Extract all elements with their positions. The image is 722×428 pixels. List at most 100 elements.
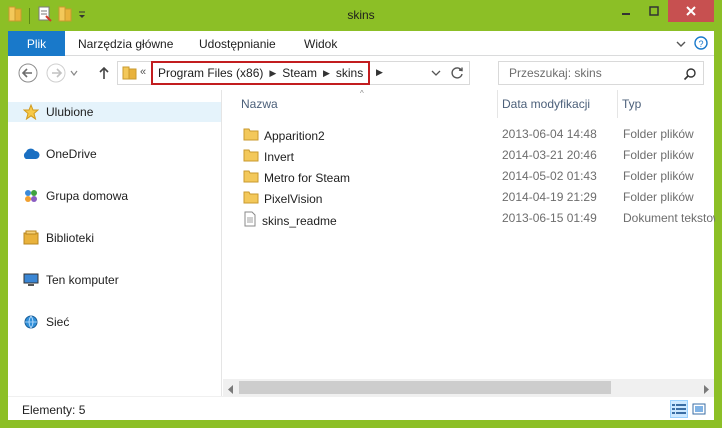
tab-view[interactable]: Widok [304, 31, 337, 56]
text-file-icon [243, 211, 257, 230]
file-date: 2013-06-04 14:48 [502, 127, 597, 141]
file-name: Apparition2 [264, 128, 325, 143]
file-name: PixelVision [264, 191, 323, 206]
table-row[interactable]: Invert 2014-03-21 20:46 Folder plików [237, 145, 714, 166]
scroll-right-icon[interactable] [702, 383, 710, 397]
table-row[interactable]: Metro for Steam 2014-05-02 01:43 Folder … [237, 166, 714, 187]
expand-ribbon-icon[interactable] [676, 38, 686, 52]
title-bar[interactable]: skins [0, 0, 722, 30]
chevron-right-icon[interactable]: ▶ [323, 68, 330, 79]
folder-icon [243, 148, 259, 165]
star-icon [22, 103, 40, 121]
file-name-cell: PixelVision [243, 190, 322, 207]
address-bar[interactable]: « Program Files (x86) ▶ Steam ▶ skins ▶ [117, 61, 470, 85]
column-header-type[interactable]: Typ [622, 97, 641, 113]
file-date: 2013-06-15 01:49 [502, 211, 597, 225]
horizontal-scrollbar[interactable] [223, 379, 714, 396]
folder-icon [243, 169, 259, 186]
sidebar-item-libraries[interactable]: Biblioteki [22, 228, 94, 248]
close-button[interactable] [668, 0, 714, 22]
column-divider[interactable] [497, 90, 498, 118]
chevron-right-icon[interactable]: ▶ [376, 67, 383, 78]
folder-icon [243, 127, 259, 144]
sidebar-item-homegroup[interactable]: Grupa domowa [22, 186, 128, 206]
scrollbar-thumb[interactable] [239, 381, 611, 394]
column-divider[interactable] [617, 90, 618, 118]
explorer-window: skins Plik Narzędzia główne Udostępniani… [0, 0, 722, 428]
breadcrumb: Program Files (x86) ▶ Steam ▶ skins [151, 61, 370, 85]
large-icons-view-button[interactable] [690, 400, 708, 418]
file-name: Metro for Steam [264, 170, 351, 185]
details-view-button[interactable] [670, 400, 688, 418]
back-button[interactable] [18, 63, 38, 83]
breadcrumb-item[interactable]: Steam [282, 66, 317, 80]
folder-icon [122, 65, 138, 84]
overflow-chevron[interactable]: « [140, 66, 146, 78]
file-type: Folder plików [623, 169, 694, 183]
file-name-cell: Metro for Steam [243, 169, 350, 186]
search-input[interactable] [509, 66, 679, 80]
svg-text:?: ? [698, 39, 703, 49]
breadcrumb-item[interactable]: skins [336, 66, 363, 80]
tab-home[interactable]: Narzędzia główne [78, 31, 173, 56]
column-header-date[interactable]: Data modyfikacji [502, 97, 590, 113]
recent-locations-icon[interactable] [68, 63, 80, 83]
ribbon-controls: ? [676, 36, 708, 53]
sidebar-item-label: Ulubione [46, 105, 94, 119]
breadcrumb-item[interactable]: Program Files (x86) [158, 66, 263, 80]
library-icon [22, 229, 40, 247]
search-box[interactable] [498, 61, 704, 85]
homegroup-icon [22, 187, 40, 205]
window-controls [612, 0, 714, 22]
maximize-button[interactable] [640, 0, 668, 22]
cloud-icon [22, 145, 40, 163]
sidebar-item-label: Sieć [46, 315, 70, 329]
help-icon[interactable]: ? [694, 36, 708, 53]
view-switcher [670, 400, 708, 418]
computer-icon [22, 271, 40, 289]
item-count: Elementy: 5 [22, 403, 86, 417]
file-date: 2014-05-02 01:43 [502, 169, 597, 183]
scroll-left-icon[interactable] [227, 383, 235, 397]
chevron-down-icon[interactable] [431, 67, 441, 81]
sidebar-item-label: Ten komputer [46, 273, 119, 287]
sidebar-item-favorites[interactable]: Ulubione [8, 102, 221, 122]
navigation-pane: Ulubione OneDrive Grupa domowa Bibliotek… [8, 90, 222, 396]
sort-ascending-icon: ^ [360, 89, 364, 98]
column-header-name[interactable]: Nazwa [241, 97, 278, 113]
search-icon[interactable] [683, 67, 697, 84]
file-name-cell: Apparition2 [243, 127, 325, 144]
status-bar: Elementy: 5 [8, 396, 714, 420]
sidebar-item-network[interactable]: Sieć [22, 312, 69, 332]
folder-icon [243, 190, 259, 207]
tab-share[interactable]: Udostępnianie [199, 31, 276, 56]
tab-file[interactable]: Plik [8, 31, 65, 56]
network-icon [22, 313, 40, 331]
file-name-cell: skins_readme [243, 211, 337, 230]
file-list: ^ Nazwa Data modyfikacji Typ Apparition2… [223, 89, 715, 396]
sidebar-item-label: OneDrive [46, 147, 97, 161]
refresh-button[interactable] [449, 65, 465, 84]
navigation-bar: « Program Files (x86) ▶ Steam ▶ skins ▶ [8, 56, 714, 90]
content-area: Ulubione OneDrive Grupa domowa Bibliotek… [8, 89, 715, 396]
sidebar-item-this-pc[interactable]: Ten komputer [22, 270, 119, 290]
ribbon: Plik Narzędzia główne Udostępnianie Wido… [8, 31, 714, 56]
table-row[interactable]: skins_readme 2013-06-15 01:49 Dokument t… [237, 208, 715, 230]
sidebar-item-label: Grupa domowa [46, 189, 129, 203]
file-name: Invert [264, 149, 295, 164]
up-button[interactable] [94, 63, 114, 83]
file-type: Dokument tekstowy [623, 211, 715, 225]
file-name-cell: Invert [243, 148, 294, 165]
file-type: Folder plików [623, 148, 694, 162]
table-row[interactable]: PixelVision 2014-04-19 21:29 Folder plik… [237, 187, 714, 208]
file-date: 2014-04-19 21:29 [502, 190, 597, 204]
file-date: 2014-03-21 20:46 [502, 148, 597, 162]
chevron-right-icon[interactable]: ▶ [269, 68, 276, 79]
sidebar-item-label: Biblioteki [46, 231, 95, 245]
file-name: skins_readme [262, 213, 337, 228]
file-type: Folder plików [623, 190, 694, 204]
sidebar-item-onedrive[interactable]: OneDrive [22, 144, 97, 164]
forward-button[interactable] [46, 63, 66, 83]
minimize-button[interactable] [612, 0, 640, 22]
table-row[interactable]: Apparition2 2013-06-04 14:48 Folder plik… [237, 124, 714, 145]
